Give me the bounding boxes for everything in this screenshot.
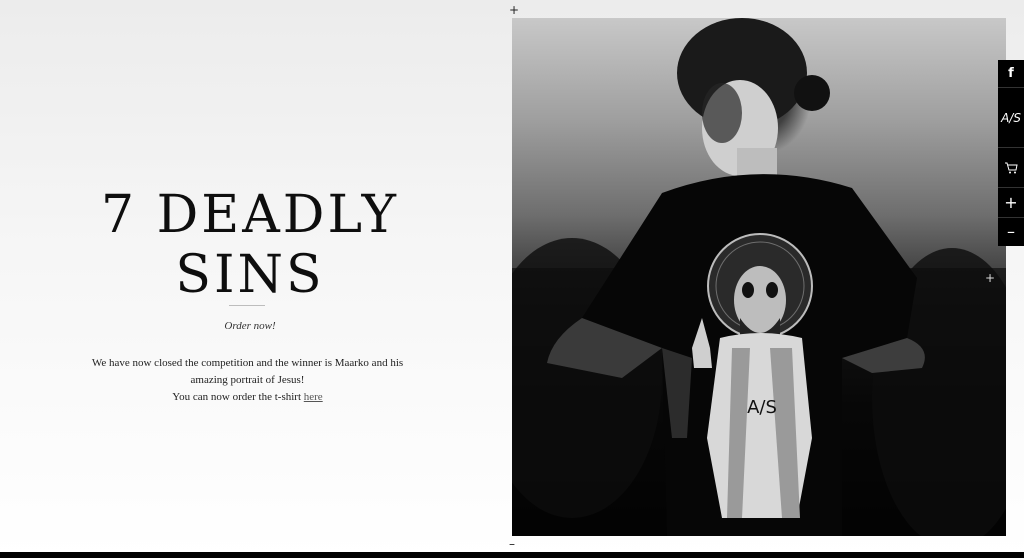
shirt-logo: A/S — [747, 397, 777, 418]
product-photo: A/S + — [512, 18, 1006, 536]
product-photo-illustration: A/S — [512, 18, 1006, 536]
divider — [229, 305, 265, 306]
announcement-line-2: You can now order the t-shirt here — [75, 389, 420, 406]
footer-bar — [0, 552, 1024, 558]
side-toolbar: f A/S + – — [998, 60, 1024, 246]
bottom-minus-mark[interactable]: – — [509, 538, 515, 550]
facebook-icon[interactable]: f — [998, 60, 1024, 88]
brand-logo-icon[interactable]: A/S — [998, 88, 1024, 148]
zoom-out-button[interactable]: – — [998, 218, 1024, 246]
announcement-line-1: We have now closed the competition and t… — [91, 357, 404, 386]
photo-plus-mark[interactable]: + — [985, 272, 995, 284]
announcement-prefix: You can now order the t-shirt — [172, 391, 302, 403]
order-here-link[interactable]: here — [304, 391, 323, 403]
page-title: 7 DEADLY SINS — [0, 185, 500, 305]
top-plus-mark[interactable]: + — [509, 4, 519, 16]
page-title-line1: 7 DEADLY — [100, 184, 400, 245]
intro-panel: 7 DEADLY SINS Order now! We have now clo… — [0, 0, 512, 552]
cart-icon[interactable] — [998, 148, 1024, 188]
cart-svg-icon — [1005, 162, 1018, 173]
announcement-text: We have now closed the competition and t… — [75, 355, 420, 406]
order-now-link[interactable]: Order now! — [0, 320, 500, 332]
page-title-line2: SINS — [175, 244, 325, 305]
zoom-in-button[interactable]: + — [998, 188, 1024, 218]
